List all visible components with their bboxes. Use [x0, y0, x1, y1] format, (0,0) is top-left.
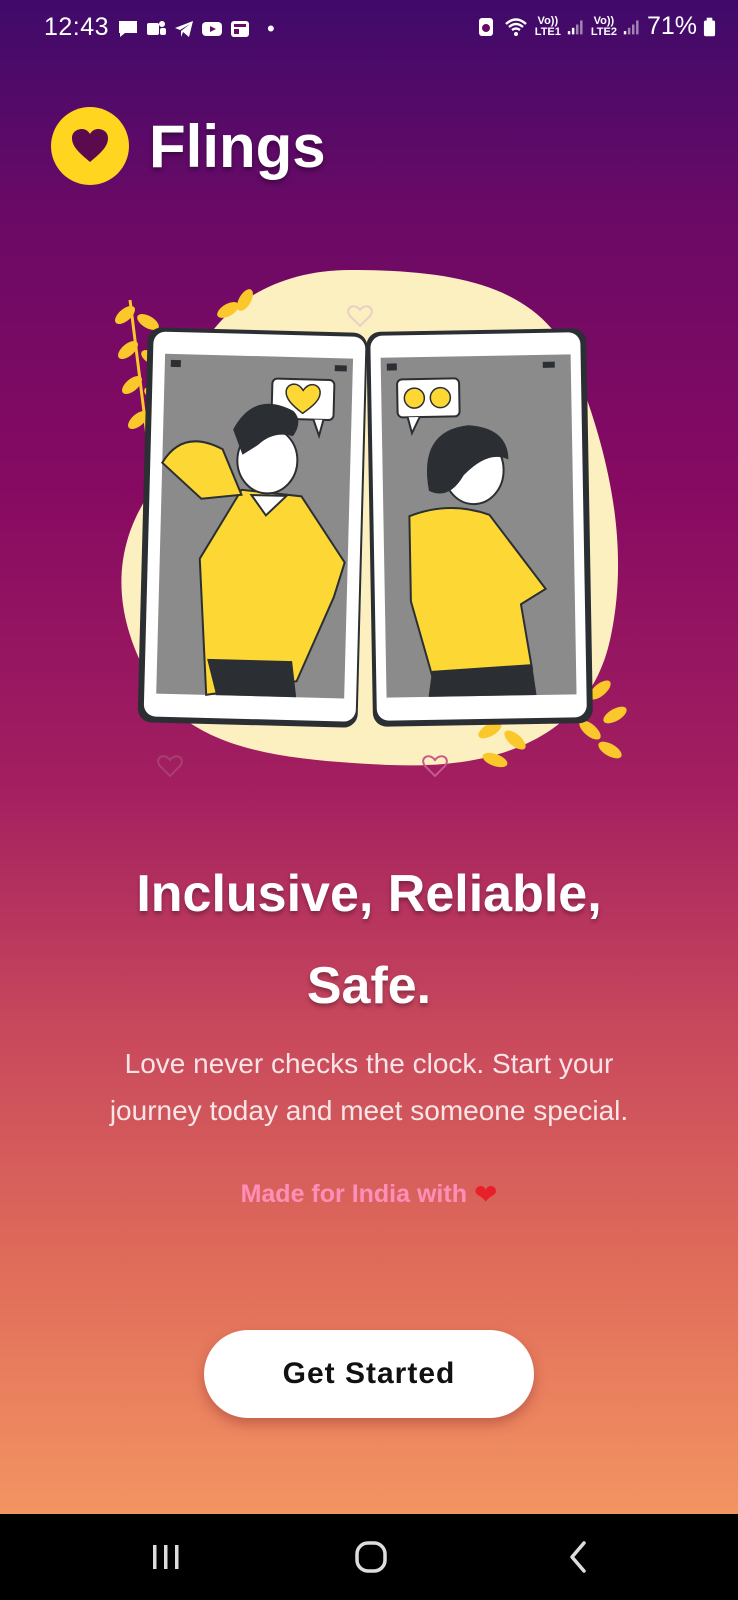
subtitle: Love never checks the clock. Start your … — [40, 1040, 698, 1134]
made-for-text: Made for India with — [240, 1180, 467, 1208]
youtube-icon — [202, 22, 222, 36]
sim2-volte: Vo)) — [593, 14, 615, 27]
app-brand: Flings — [51, 107, 326, 185]
teams-icon — [147, 21, 166, 35]
heart-logo-icon — [72, 129, 108, 162]
headline-line-2: Safe. — [306, 957, 432, 1015]
news-icon — [231, 21, 249, 37]
status-right: Vo)) LTE1 Vo)) LTE2 71% — [475, 12, 716, 41]
left-phone — [137, 327, 368, 728]
back-icon — [570, 1541, 586, 1573]
system-nav-bar — [0, 1514, 738, 1600]
battery-icon — [703, 17, 716, 36]
recents-button[interactable] — [106, 1514, 226, 1600]
app-name: Flings — [149, 112, 326, 180]
chat-bubble-icon — [119, 21, 137, 37]
subtitle-line-1: Love never checks the clock. Start your — [124, 1048, 614, 1079]
back-button[interactable] — [518, 1514, 638, 1600]
headline: Inclusive, Reliable, Safe. — [0, 848, 738, 1032]
onboarding-screen: 12:43 • Vo)) LTE1 Vo)) LTE2 71% Flings I… — [0, 0, 738, 1514]
sim1-volte: Vo)) — [537, 14, 559, 27]
telegram-icon — [175, 21, 193, 37]
battery-saver-icon — [478, 17, 493, 36]
sim2-indicator: Vo)) LTE2 — [590, 14, 617, 38]
subtitle-line-2: journey today and meet someone special. — [109, 1095, 629, 1126]
status-bar: 12:43 • Vo)) LTE1 Vo)) LTE2 71% — [0, 0, 738, 56]
signal-icon — [567, 19, 583, 34]
home-icon — [355, 1541, 387, 1573]
signal-icon — [623, 19, 639, 34]
status-time: 12:43 — [44, 13, 110, 41]
couple-phones-illustration — [115, 270, 627, 778]
right-phone — [366, 328, 593, 727]
more-notifications-dot: • — [267, 16, 275, 41]
logo-badge — [51, 107, 129, 185]
sim2-label: LTE2 — [590, 25, 617, 38]
notification-icons: • — [117, 16, 275, 42]
battery-percent: 71% — [646, 12, 697, 40]
headline-line-1: Inclusive, Reliable, — [136, 865, 602, 923]
sim1-indicator: Vo)) LTE1 — [534, 14, 561, 38]
wifi-icon — [504, 17, 527, 36]
red-heart-icon: ❤ — [473, 1179, 498, 1210]
get-started-button[interactable]: Get Started — [204, 1330, 534, 1418]
sim1-label: LTE1 — [534, 25, 561, 38]
recents-icon — [153, 1545, 179, 1569]
made-for-india: Made for India with ❤ — [0, 1178, 738, 1211]
home-button[interactable] — [311, 1514, 431, 1600]
